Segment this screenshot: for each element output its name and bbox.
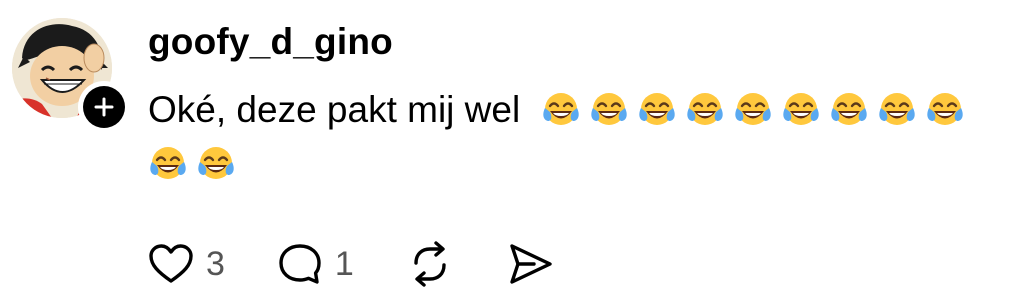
emoji-row-1 bbox=[541, 90, 965, 130]
post-text: Oké, deze pakt mij wel bbox=[148, 89, 521, 131]
comment-icon bbox=[279, 244, 321, 284]
avatar-wrap bbox=[12, 18, 130, 133]
post-content: Oké, deze pakt mij wel bbox=[148, 82, 1008, 184]
reply-count: 1 bbox=[334, 245, 354, 283]
tears-of-joy-emoji-icon bbox=[734, 93, 771, 126]
username[interactable]: goofy_d_gino bbox=[148, 18, 393, 66]
tears-of-joy-emoji-icon bbox=[150, 147, 186, 180]
tears-of-joy-emoji-icon bbox=[590, 93, 627, 126]
tears-of-joy-emoji-icon bbox=[638, 93, 675, 126]
like-button[interactable]: 3 bbox=[148, 243, 225, 285]
reply-button[interactable]: 1 bbox=[277, 242, 354, 286]
tears-of-joy-emoji-icon bbox=[830, 93, 867, 126]
tears-of-joy-emoji-icon bbox=[198, 147, 234, 180]
action-bar: 3 1 bbox=[148, 236, 606, 292]
like-count: 3 bbox=[206, 245, 225, 283]
share-icon bbox=[510, 244, 552, 284]
post: goofy_d_gino Oké, deze pakt mij wel 3 1 bbox=[0, 0, 1024, 301]
repost-icon bbox=[414, 241, 446, 287]
tears-of-joy-emoji-icon bbox=[686, 93, 723, 126]
tears-of-joy-emoji-icon bbox=[542, 93, 579, 126]
emoji-row-2 bbox=[148, 144, 1008, 184]
share-button[interactable] bbox=[506, 242, 554, 286]
tears-of-joy-emoji-icon bbox=[926, 93, 963, 126]
add-icon bbox=[94, 97, 114, 117]
repost-button[interactable] bbox=[406, 241, 454, 287]
tears-of-joy-emoji-icon bbox=[782, 93, 819, 126]
follow-button[interactable] bbox=[78, 81, 130, 133]
tears-of-joy-emoji-icon bbox=[878, 93, 915, 126]
heart-icon bbox=[149, 244, 193, 283]
follow-button-inner bbox=[83, 86, 125, 128]
